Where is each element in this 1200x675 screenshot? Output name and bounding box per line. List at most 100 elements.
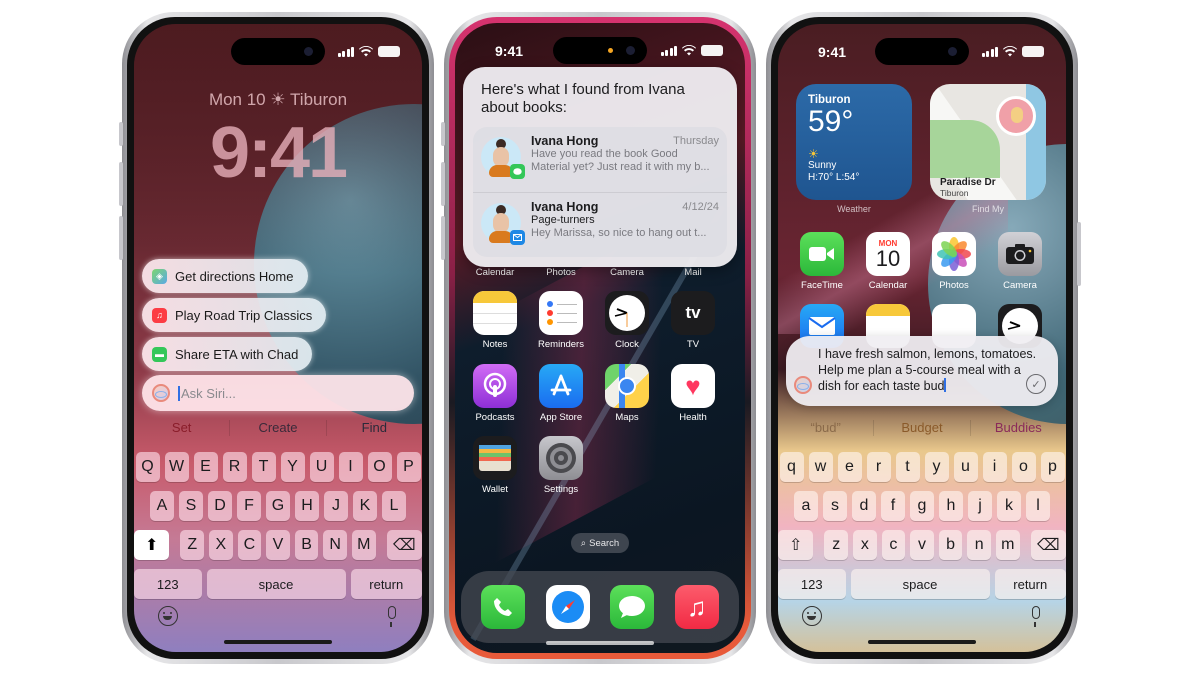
key-k[interactable]: K	[353, 491, 377, 521]
delete-key[interactable]: ⌫	[1030, 530, 1066, 560]
key-p[interactable]: P	[396, 452, 421, 482]
key-s[interactable]: s	[823, 491, 847, 521]
key-q[interactable]: Q	[135, 452, 160, 482]
shift-key[interactable]: ⬆	[134, 530, 170, 560]
music-icon[interactable]: ♫	[674, 585, 719, 629]
key-u[interactable]: U	[309, 452, 334, 482]
shift-key[interactable]: ⇧	[778, 530, 814, 560]
prediction-1[interactable]: Set	[134, 417, 229, 439]
siri-input[interactable]: Ask Siri...	[142, 375, 414, 411]
key-u[interactable]: u	[953, 452, 978, 482]
app-camera[interactable]: Camera	[990, 232, 1050, 291]
key-i[interactable]: I	[338, 452, 363, 482]
microphone-icon[interactable]	[1032, 606, 1040, 627]
emoji-icon[interactable]	[158, 606, 178, 626]
key-d[interactable]: d	[852, 491, 876, 521]
key-a[interactable]: A	[150, 491, 174, 521]
return-key[interactable]: return	[350, 569, 422, 599]
result-item-message[interactable]: Ivana Hong Thursday Have you read the boo…	[473, 127, 727, 192]
microphone-icon[interactable]	[388, 606, 396, 627]
key-y[interactable]: Y	[280, 452, 305, 482]
return-key[interactable]: return	[994, 569, 1066, 599]
app-photos[interactable]: Photos	[924, 232, 984, 291]
key-w[interactable]: W	[164, 452, 189, 482]
key-d[interactable]: D	[208, 491, 232, 521]
app-podcasts[interactable]: Podcasts	[465, 364, 525, 423]
numbers-key[interactable]: 123	[778, 569, 846, 599]
prediction-2[interactable]: Create	[230, 417, 325, 439]
key-r[interactable]: R	[222, 452, 247, 482]
key-f[interactable]: f	[881, 491, 905, 521]
key-c[interactable]: c	[881, 530, 906, 560]
key-f[interactable]: F	[237, 491, 261, 521]
home-indicator[interactable]	[546, 641, 654, 645]
space-key[interactable]: space	[206, 569, 346, 599]
key-j[interactable]: j	[968, 491, 992, 521]
app-wallet[interactable]: Wallet	[465, 436, 525, 495]
key-x[interactable]: x	[853, 530, 877, 560]
key-x[interactable]: X	[209, 530, 233, 560]
safari-icon[interactable]	[545, 585, 590, 629]
key-l[interactable]: L	[382, 491, 406, 521]
prediction-3[interactable]: Find	[327, 417, 422, 439]
key-b[interactable]: b	[938, 530, 963, 560]
key-h[interactable]: H	[295, 491, 319, 521]
key-v[interactable]: V	[266, 530, 290, 560]
key-e[interactable]: e	[837, 452, 862, 482]
key-i[interactable]: i	[982, 452, 1007, 482]
key-m[interactable]: M	[351, 530, 376, 560]
emoji-icon[interactable]	[802, 606, 822, 626]
app-notes[interactable]: Notes	[465, 291, 525, 350]
key-j[interactable]: J	[324, 491, 348, 521]
app-maps[interactable]: Maps	[597, 364, 657, 423]
key-y[interactable]: y	[924, 452, 949, 482]
home-indicator[interactable]	[224, 640, 332, 644]
app-health[interactable]: ♥ Health	[663, 364, 723, 423]
app-app-store[interactable]: App Store	[531, 364, 591, 423]
key-s[interactable]: S	[179, 491, 203, 521]
key-w[interactable]: w	[808, 452, 833, 482]
space-key[interactable]: space	[850, 569, 990, 599]
key-o[interactable]: o	[1011, 452, 1036, 482]
key-t[interactable]: T	[251, 452, 276, 482]
numbers-key[interactable]: 123	[134, 569, 202, 599]
key-r[interactable]: r	[866, 452, 891, 482]
key-p[interactable]: p	[1040, 452, 1065, 482]
key-a[interactable]: a	[794, 491, 818, 521]
app-settings[interactable]: Settings	[531, 436, 591, 495]
submit-check-icon[interactable]: ✓	[1026, 374, 1046, 394]
search-button[interactable]: ⌕ Search	[571, 533, 629, 553]
find-my-widget[interactable]: Paradise Dr Tiburon	[930, 84, 1046, 200]
siri-suggestion-share-eta[interactable]: ▬ Share ETA with Chad	[142, 337, 313, 371]
siri-suggestion-directions[interactable]: ◈ Get directions Home	[142, 259, 308, 293]
key-c[interactable]: C	[237, 530, 262, 560]
key-m[interactable]: m	[995, 530, 1020, 560]
key-n[interactable]: N	[323, 530, 347, 560]
key-z[interactable]: Z	[180, 530, 205, 560]
weather-widget[interactable]: Tiburon 59° ☀ Sunny H:70° L:54°	[796, 84, 912, 200]
app-tv[interactable]: tv TV	[663, 291, 723, 350]
key-z[interactable]: z	[824, 530, 849, 560]
key-t[interactable]: t	[895, 452, 920, 482]
result-item-mail[interactable]: Ivana Hong 4/12/24 Page-turners Hey Maris…	[473, 192, 727, 257]
messages-icon[interactable]	[610, 585, 655, 629]
delete-key[interactable]: ⌫	[386, 530, 422, 560]
phone-icon[interactable]	[481, 585, 526, 629]
key-n[interactable]: n	[967, 530, 991, 560]
key-q[interactable]: q	[779, 452, 804, 482]
key-v[interactable]: v	[910, 530, 934, 560]
key-e[interactable]: E	[193, 452, 218, 482]
key-b[interactable]: B	[294, 530, 319, 560]
key-g[interactable]: G	[266, 491, 290, 521]
app-calendar[interactable]: MON 10 Calendar	[858, 232, 918, 291]
prediction-3[interactable]: Buddies	[971, 417, 1066, 439]
prediction-1[interactable]: “bud”	[778, 417, 873, 439]
key-o[interactable]: O	[367, 452, 392, 482]
type-to-siri-field[interactable]: I have fresh salmon, lemons, tomatoes. H…	[786, 336, 1058, 406]
key-h[interactable]: h	[939, 491, 963, 521]
app-reminders[interactable]: Reminders	[531, 291, 591, 350]
app-facetime[interactable]: FaceTime	[792, 232, 852, 291]
key-k[interactable]: k	[997, 491, 1021, 521]
prediction-2[interactable]: Budget	[874, 417, 969, 439]
siri-query-text[interactable]: I have fresh salmon, lemons, tomatoes. H…	[818, 346, 1038, 394]
